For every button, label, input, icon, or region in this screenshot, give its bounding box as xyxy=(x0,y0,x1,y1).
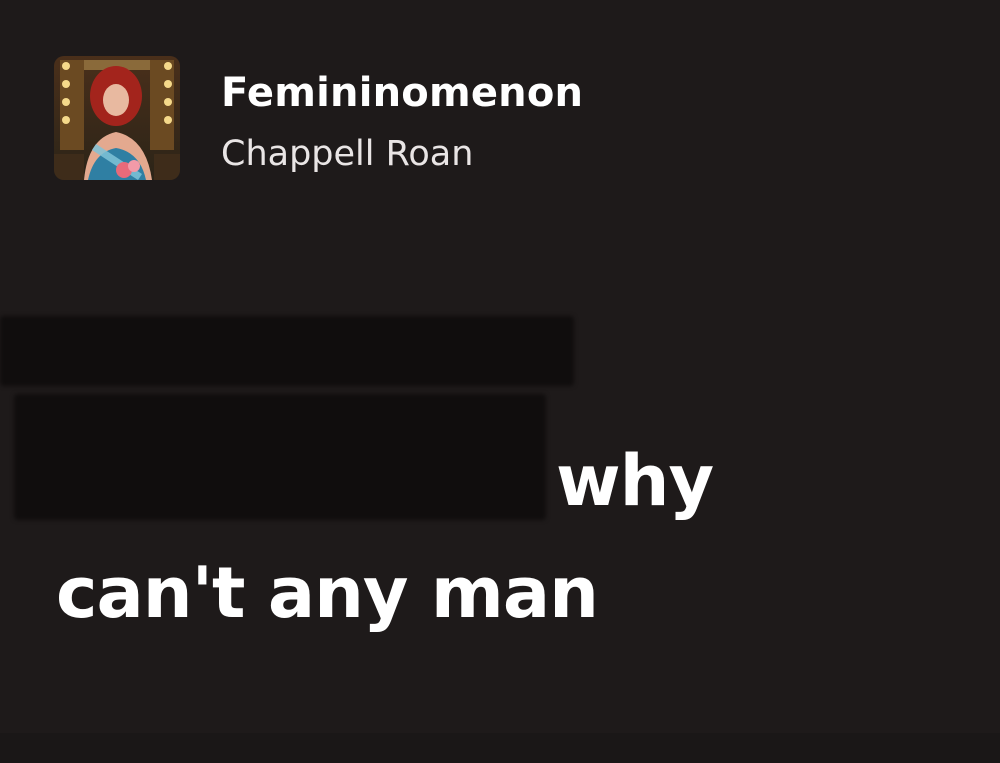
redacted-lyric-block xyxy=(14,394,546,520)
lyric-line-next[interactable]: can't any man xyxy=(56,548,599,638)
lyrics-view: Femininomenon Chappell Roan why can't an… xyxy=(0,0,1000,763)
track-title: Femininomenon xyxy=(221,70,584,116)
album-art-image xyxy=(54,56,180,180)
track-meta: Femininomenon Chappell Roan xyxy=(221,70,583,176)
track-artist[interactable]: Chappell Roan xyxy=(221,132,583,176)
bottom-edge xyxy=(0,733,1000,763)
lyric-line-current-tail[interactable]: why xyxy=(556,436,714,526)
redacted-lyric-block xyxy=(0,316,574,386)
track-header[interactable]: Femininomenon Chappell Roan xyxy=(54,56,583,182)
